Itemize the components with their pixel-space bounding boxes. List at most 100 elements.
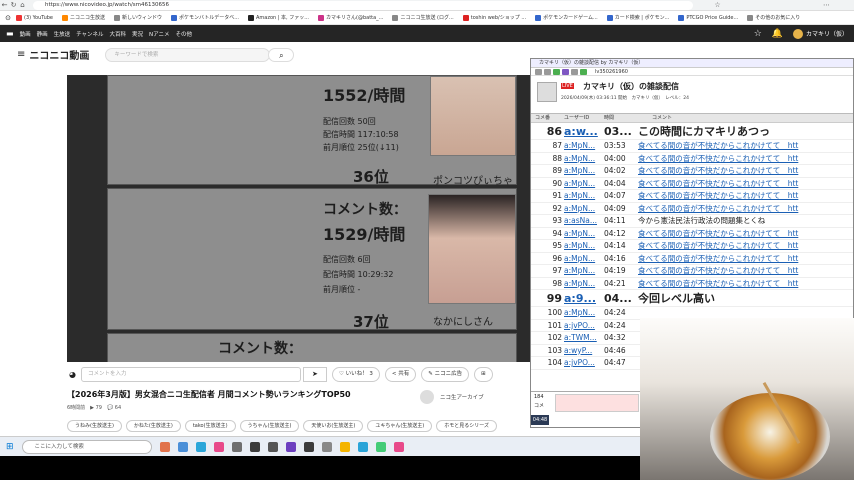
windows-start-icon[interactable]: ⊞: [6, 442, 14, 452]
comment-row[interactable]: 94 a:MpN... 04:12 食べてる間の音が不快だからこれかけてて htt: [531, 228, 853, 240]
comment-user[interactable]: a:w...: [564, 123, 602, 139]
comment-row[interactable]: 87 a:MpN... 03:53 食べてる間の音が不快だからこれかけてて htt: [531, 140, 853, 153]
tool-icon[interactable]: [580, 68, 587, 75]
star-icon[interactable]: ☆: [713, 1, 722, 10]
nav-link[interactable]: その他: [176, 30, 193, 38]
comment-text[interactable]: 食べてる間の音が不快だからこれかけてて htt: [632, 265, 853, 277]
app-icon[interactable]: [231, 441, 242, 452]
tool-icon[interactable]: [535, 68, 542, 75]
nav-link[interactable]: チャンネル: [76, 30, 103, 38]
app-icon[interactable]: [321, 441, 332, 452]
bookmark-item[interactable]: ニコニコ生放送: [62, 14, 105, 21]
comment-row[interactable]: 92 a:MpN... 04:09 食べてる間の音が不快だからこれかけてて htt: [531, 203, 853, 215]
bookmark-item[interactable]: カマキリさん(@batta_...: [318, 14, 383, 21]
comment-row[interactable]: 86 a:w... 03... この時間にカマキリあつっ: [531, 123, 853, 140]
bell-icon[interactable]: 🔔: [772, 29, 783, 39]
app-icon[interactable]: [285, 441, 296, 452]
like-button[interactable]: ♡ いいね！ 3: [331, 366, 380, 382]
bookmark-item[interactable]: Amazon | 本, ファッ...: [247, 14, 309, 21]
gift-button[interactable]: ⊞: [474, 366, 493, 382]
comment-row[interactable]: 95 a:MpN... 04:14 食べてる間の音が不快だからこれかけてて htt: [531, 240, 853, 253]
back-icon[interactable]: ←: [0, 1, 9, 10]
comment-user[interactable]: a:MpN...: [564, 178, 602, 190]
comment-user[interactable]: a:MpN...: [564, 265, 602, 277]
comment-user[interactable]: a:jvPO...: [564, 320, 602, 332]
comment-text[interactable]: 食べてる間の音が不快だからこれかけてて htt: [632, 165, 853, 177]
comment-user[interactable]: a:MpN...: [564, 203, 602, 215]
apps-icon[interactable]: ⊙: [0, 14, 16, 22]
col-header[interactable]: ユーザーID: [564, 114, 602, 122]
comment-row[interactable]: 97 a:MpN... 04:19 食べてる間の音が不快だからこれかけてて htt: [531, 265, 853, 278]
nav-link[interactable]: 実況: [132, 30, 143, 38]
comment-row[interactable]: 99 a:9... 04... 今回レベル高い: [531, 290, 853, 307]
comment-user[interactable]: a:MpN...: [564, 240, 602, 252]
col-header[interactable]: 時間: [602, 114, 632, 122]
ad-button[interactable]: ✎ ニコニ広告: [421, 366, 470, 382]
comment-user[interactable]: a:wyP...: [564, 345, 602, 357]
reload-icon[interactable]: ↻: [9, 1, 18, 10]
channel-name[interactable]: ニコ生アーカイブ: [440, 393, 484, 401]
comment-text[interactable]: 食べてる間の音が不快だからこれかけてて htt: [632, 153, 853, 165]
app-icon[interactable]: [177, 441, 188, 452]
tag-chip[interactable]: かねた(生放送主): [125, 420, 181, 432]
taskbar-search[interactable]: ここに入力して検索: [21, 439, 152, 454]
more-icon[interactable]: ⋯: [822, 1, 831, 10]
bookmark-item[interactable]: (3) YouTube: [16, 14, 53, 21]
comment-input[interactable]: コメントを入力: [80, 366, 301, 382]
col-header[interactable]: コメント: [632, 114, 853, 122]
tool-icon[interactable]: [562, 68, 569, 75]
chrome-icon[interactable]: [339, 441, 350, 452]
bookmark-star-icon[interactable]: ☆: [754, 29, 762, 39]
tool-icon[interactable]: [553, 68, 560, 75]
bookmark-item[interactable]: ニコニコ生放送 (ログ...: [392, 14, 454, 21]
comment-text[interactable]: 食べてる間の音が不快だからこれかけてて htt: [632, 178, 853, 190]
search-input[interactable]: キーワードで検索: [105, 47, 271, 62]
bookmark-item[interactable]: PTCGO Price Guide...: [678, 14, 738, 21]
comment-user[interactable]: a:asNa...: [564, 215, 602, 227]
nav-link[interactable]: 動画: [20, 30, 31, 38]
tag-chip[interactable]: 天使いお(生放送主): [303, 420, 364, 432]
col-header[interactable]: コメ番: [531, 114, 564, 122]
comment-text[interactable]: 食べてる間の音が不快だからこれかけてて htt: [632, 190, 853, 202]
tool-icon[interactable]: [544, 68, 551, 75]
share-button[interactable]: < 共有: [384, 366, 417, 382]
channel-avatar[interactable]: [420, 390, 434, 404]
tag-chip[interactable]: ユキちゃん(生放送主): [367, 420, 433, 432]
app-icon[interactable]: [357, 441, 368, 452]
app-icon[interactable]: [249, 441, 260, 452]
anon-option[interactable]: 184: [534, 394, 544, 400]
comment-row[interactable]: 89 a:MpN... 04:02 食べてる間の音が不快だからこれかけてて htt: [531, 165, 853, 178]
comment-user[interactable]: a:MpN...: [564, 228, 602, 240]
bookmark-item[interactable]: 新しいウィンドウ: [114, 14, 162, 21]
comment-user[interactable]: a:9...: [564, 290, 602, 306]
nav-link[interactable]: 大百科: [109, 30, 126, 38]
comment-user[interactable]: a:TWM...: [564, 332, 602, 344]
edge-icon[interactable]: [195, 441, 206, 452]
app-icon[interactable]: [303, 441, 314, 452]
comment-row[interactable]: 91 a:MpN... 04:07 食べてる間の音が不快だからこれかけてて htt: [531, 190, 853, 203]
comment-text[interactable]: 食べてる間の音が不快だからこれかけてて htt: [632, 228, 853, 240]
comment-text[interactable]: 食べてる間の音が不快だからこれかけてて htt: [632, 253, 853, 265]
address-bar[interactable]: https://www.nicovideo.jp/watch/sm4613065…: [33, 0, 693, 10]
nav-link[interactable]: 生放送: [54, 30, 71, 38]
username[interactable]: カマキリ（仮）: [806, 29, 848, 38]
avatar[interactable]: [792, 28, 803, 39]
comment-user[interactable]: a:MpN...: [564, 165, 602, 177]
tag-chip[interactable]: うねみ(生放送主): [67, 420, 122, 432]
comment-user[interactable]: a:MpN...: [564, 253, 602, 265]
app-icon[interactable]: [159, 441, 170, 452]
comment-user[interactable]: a:MpN...: [564, 278, 602, 290]
bookmark-item[interactable]: toshin web/ショップ ...: [462, 14, 526, 21]
comment-text[interactable]: 食べてる間の音が不快だからこれかけてて htt: [632, 278, 853, 290]
comment-row[interactable]: 93 a:asNa... 04:11 今から憲法民法行政法の問題集とくね: [531, 215, 853, 228]
tag-chip[interactable]: tako(生放送主): [184, 420, 236, 432]
comment-row[interactable]: 88 a:MpN... 04:00 食べてる間の音が不快だからこれかけてて htt: [531, 153, 853, 165]
tag-chip[interactable]: ホモと見るシリーズ: [436, 420, 497, 432]
comment-user[interactable]: a:MpN...: [564, 307, 602, 319]
viewer-comment-input[interactable]: [555, 394, 639, 412]
nav-link[interactable]: 静画: [37, 30, 48, 38]
channel-info[interactable]: ニコ生アーカイブ: [420, 390, 484, 404]
menu-icon[interactable]: ≡: [17, 49, 25, 60]
app-icon[interactable]: [375, 441, 386, 452]
home-icon[interactable]: ⌂: [18, 1, 27, 10]
